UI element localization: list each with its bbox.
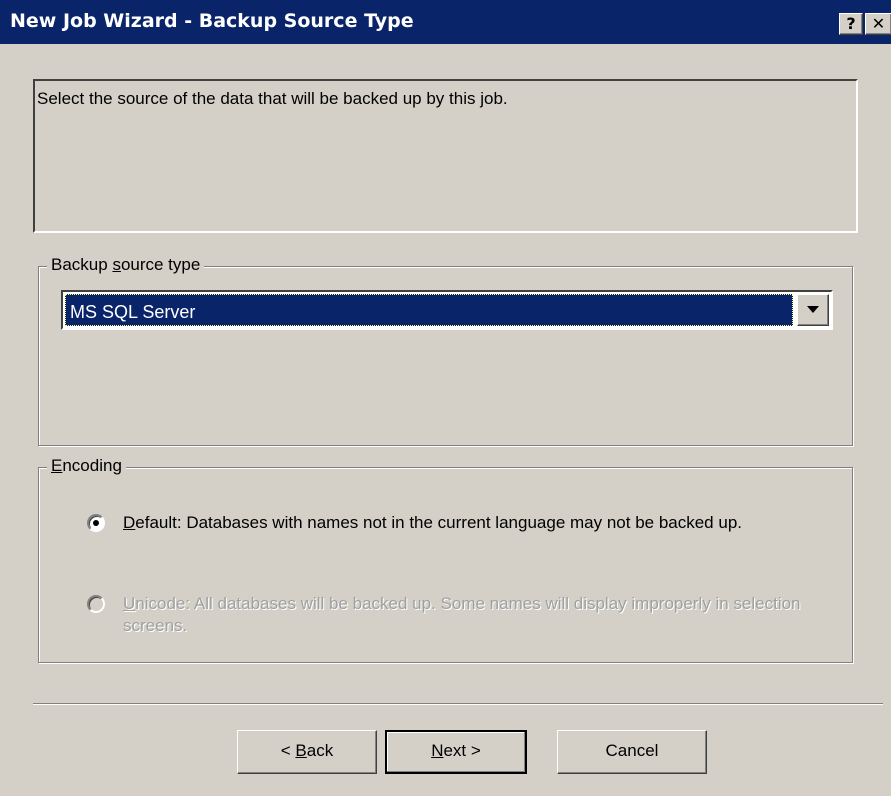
cancel-button[interactable]: Cancel [557, 730, 707, 774]
legend-text: ncoding [62, 456, 122, 475]
radio-selected-dot [93, 520, 99, 526]
legend-accelerator: E [51, 456, 63, 475]
chevron-down-icon[interactable] [797, 294, 829, 326]
dropdown-value-text: MS SQL Server [70, 302, 196, 322]
encoding-label: Encoding [47, 456, 126, 476]
button-accelerator: N [431, 741, 444, 760]
button-accelerator: B [295, 741, 307, 760]
label-text: nicode: All databases will be backed up.… [123, 594, 801, 635]
radio-button [87, 595, 105, 613]
encoding-default-label[interactable]: Default: Databases with names not in the… [123, 512, 823, 534]
button-text: ack [306, 741, 334, 760]
help-button[interactable]: ? [839, 13, 863, 35]
legend-accelerator: s [112, 255, 121, 274]
button-text: Cancel [605, 741, 659, 760]
title-bar[interactable]: New Job Wizard - Backup Source Type ? ✕ [0, 0, 891, 44]
description-panel: Select the source of the data that will … [33, 79, 858, 233]
close-button[interactable]: ✕ [865, 13, 891, 35]
close-icon: ✕ [871, 14, 886, 33]
window-title: New Job Wizard - Backup Source Type [10, 10, 414, 32]
description-text: Select the source of the data that will … [37, 89, 508, 108]
legend-text: Backup [51, 255, 113, 274]
label-accelerator: D [123, 513, 136, 532]
backup-source-type-dropdown[interactable]: MS SQL Server [61, 290, 833, 330]
encoding-unicode-label: Unicode: All databases will be backed up… [123, 593, 823, 637]
button-text: ext > [443, 741, 481, 760]
legend-text: ource type [120, 255, 201, 274]
radio-button[interactable] [87, 514, 105, 532]
next-button[interactable]: Next > [385, 730, 527, 774]
label-text: efault: Databases with names not in the … [135, 513, 742, 532]
help-icon: ? [846, 14, 856, 33]
back-button[interactable]: < Back [237, 730, 377, 774]
button-text: < [280, 741, 296, 760]
dropdown-selected-value[interactable]: MS SQL Server [65, 294, 793, 326]
button-separator [33, 703, 883, 705]
label-accelerator: U [123, 594, 136, 613]
backup-source-type-label: Backup source type [47, 255, 205, 275]
